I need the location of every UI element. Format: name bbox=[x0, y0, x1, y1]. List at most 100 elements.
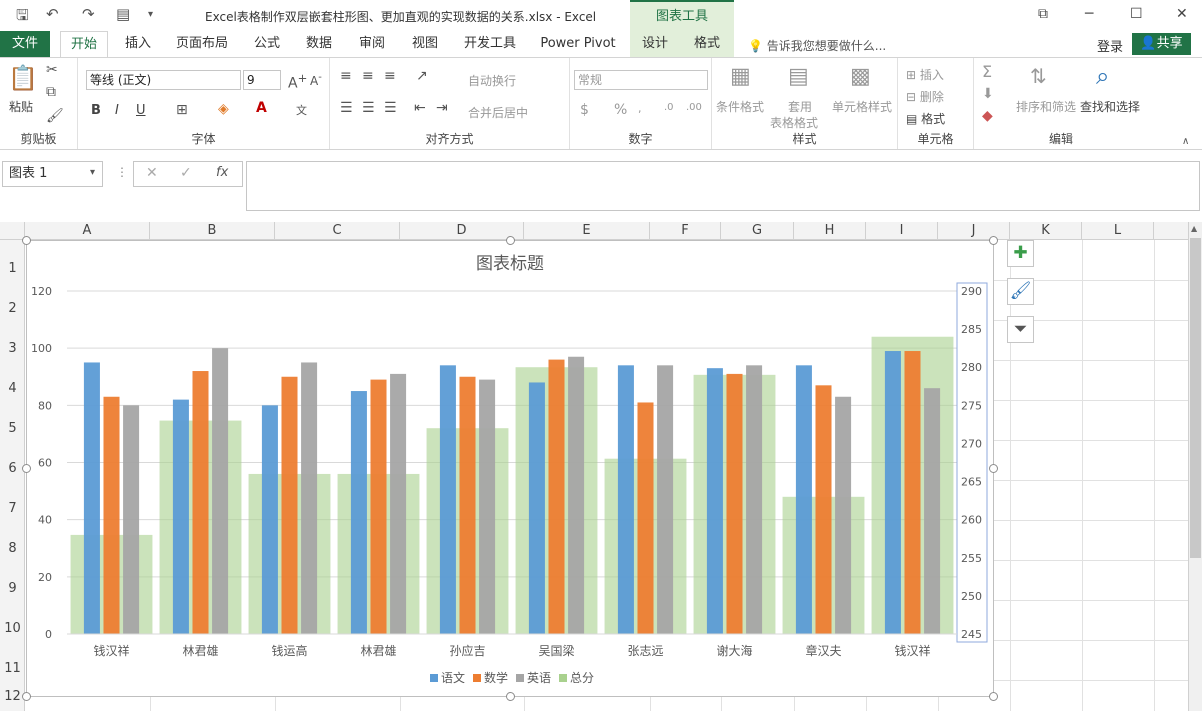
row-header[interactable]: 5 bbox=[0, 421, 25, 436]
decrease-decimal-icon[interactable]: .00 bbox=[686, 102, 702, 113]
column-header[interactable]: F bbox=[650, 222, 721, 240]
autosum-icon[interactable]: Σ bbox=[982, 62, 992, 81]
column-header[interactable]: J bbox=[938, 222, 1010, 240]
tab-home[interactable]: 开始 bbox=[60, 31, 108, 57]
percent-icon[interactable]: % bbox=[614, 102, 627, 118]
scroll-thumb[interactable] bbox=[1190, 238, 1201, 558]
column-header[interactable]: L bbox=[1082, 222, 1154, 240]
share-button[interactable]: 👤共享 bbox=[1132, 33, 1191, 55]
tab-design[interactable]: 设计 bbox=[634, 31, 676, 57]
login-link[interactable]: 登录 bbox=[1097, 36, 1123, 55]
tab-page-layout[interactable]: 页面布局 bbox=[170, 31, 234, 57]
cancel-icon[interactable]: ✕ bbox=[146, 165, 158, 181]
phonetic-icon[interactable]: 文 bbox=[296, 102, 307, 118]
resize-handle[interactable] bbox=[989, 692, 998, 701]
paste-button[interactable]: 粘贴 bbox=[9, 98, 33, 115]
format-table-line2[interactable]: 表格格式 bbox=[770, 114, 818, 131]
fill-color-icon[interactable]: ◈ bbox=[218, 101, 229, 117]
resize-handle[interactable] bbox=[506, 692, 515, 701]
column-header[interactable]: B bbox=[150, 222, 275, 240]
increase-decimal-icon[interactable]: .0 bbox=[664, 102, 674, 113]
minimize-icon[interactable]: ─ bbox=[1085, 6, 1093, 22]
column-header[interactable]: C bbox=[275, 222, 400, 240]
wrap-text-button[interactable]: 自动换行 bbox=[468, 72, 516, 89]
tell-me-search[interactable]: 💡 告诉我您想要做什么... bbox=[748, 37, 886, 54]
column-header[interactable]: G bbox=[721, 222, 794, 240]
align-center-icon[interactable]: ☰ bbox=[362, 100, 375, 116]
formula-input[interactable] bbox=[246, 161, 1200, 211]
align-top-icon[interactable]: ≡ bbox=[340, 68, 352, 84]
row-header[interactable]: 4 bbox=[0, 381, 25, 396]
find-select-button[interactable]: 查找和选择 bbox=[1080, 98, 1140, 115]
tab-data[interactable]: 数据 bbox=[299, 31, 339, 57]
column-header[interactable]: E bbox=[524, 222, 650, 240]
fill-icon[interactable]: ⬇ bbox=[982, 86, 994, 102]
name-box-dropdown-icon[interactable]: ▾ bbox=[90, 167, 95, 178]
delete-cells-button[interactable]: ⊟ 删除 bbox=[906, 88, 944, 105]
column-header[interactable]: A bbox=[25, 222, 150, 240]
sort-filter-icon[interactable]: ⇅ bbox=[1030, 64, 1047, 88]
number-format-combo[interactable]: 常规 bbox=[574, 70, 708, 90]
font-size-combo[interactable]: 9 bbox=[243, 70, 281, 90]
row-header[interactable]: 2 bbox=[0, 301, 25, 316]
resize-handle[interactable] bbox=[22, 236, 31, 245]
underline-button[interactable]: U bbox=[136, 103, 146, 118]
shrink-font-icon[interactable]: A- bbox=[310, 72, 322, 88]
insert-function-icon[interactable]: fx bbox=[216, 165, 228, 180]
column-header[interactable]: H bbox=[794, 222, 866, 240]
undo-icon[interactable]: ↶ bbox=[46, 5, 59, 23]
row-header[interactable]: 9 bbox=[0, 581, 25, 596]
enter-icon[interactable]: ✓ bbox=[180, 165, 192, 181]
tab-file[interactable]: 文件 bbox=[0, 31, 50, 57]
chart-filters-button[interactable]: ⏷ bbox=[1007, 316, 1034, 343]
format-table-line1[interactable]: 套用 bbox=[788, 98, 812, 115]
align-bottom-icon[interactable]: ≡ bbox=[384, 68, 396, 84]
column-header[interactable]: D bbox=[400, 222, 524, 240]
column-header[interactable]: I bbox=[866, 222, 938, 240]
cell-styles-icon[interactable]: ▩ bbox=[850, 64, 871, 89]
tab-formulas[interactable]: 公式 bbox=[247, 31, 287, 57]
tab-power-pivot[interactable]: Power Pivot bbox=[536, 31, 620, 57]
format-cells-button[interactable]: ▤ 格式 bbox=[906, 110, 945, 127]
save-icon[interactable]: 🖫 bbox=[16, 5, 29, 30]
ribbon-display-icon[interactable]: ⧉ bbox=[1038, 6, 1048, 22]
resize-handle[interactable] bbox=[22, 464, 31, 473]
grow-font-icon[interactable]: A+ bbox=[288, 71, 307, 92]
chart-legend[interactable]: 语文 数学 英语 总分 bbox=[430, 670, 594, 685]
decrease-indent-icon[interactable]: ⇤ bbox=[414, 100, 426, 116]
font-name-combo[interactable]: 等线 (正文) bbox=[86, 70, 241, 90]
tab-insert[interactable]: 插入 bbox=[118, 31, 158, 57]
orientation-icon[interactable]: ↗ bbox=[416, 68, 428, 84]
border-icon[interactable]: ⊞ bbox=[176, 102, 188, 118]
cell-styles-button[interactable]: 单元格样式 bbox=[832, 98, 892, 115]
copy-icon[interactable]: ⧉ bbox=[46, 84, 56, 100]
resize-handle[interactable] bbox=[506, 236, 515, 245]
maximize-icon[interactable]: ☐ bbox=[1130, 6, 1143, 22]
form-icon[interactable]: ▤ bbox=[116, 5, 130, 23]
currency-icon[interactable]: $ bbox=[580, 102, 589, 118]
chart-elements-button[interactable]: ✚ bbox=[1007, 240, 1034, 267]
paste-icon[interactable]: 📋 bbox=[8, 64, 38, 92]
cut-icon[interactable]: ✂ bbox=[46, 62, 58, 78]
tab-developer[interactable]: 开发工具 bbox=[457, 31, 523, 57]
resize-handle[interactable] bbox=[989, 236, 998, 245]
align-right-icon[interactable]: ☰ bbox=[384, 100, 397, 116]
scroll-up-icon[interactable]: ▲ bbox=[1191, 224, 1197, 233]
italic-button[interactable]: I bbox=[115, 103, 119, 118]
chart-styles-button[interactable]: 🖌 bbox=[1007, 278, 1034, 305]
column-header[interactable]: K bbox=[1010, 222, 1082, 240]
bold-button[interactable]: B bbox=[91, 103, 101, 118]
chart-title[interactable]: 图表标题 bbox=[476, 254, 544, 274]
find-select-icon[interactable]: ⌕ bbox=[1096, 62, 1109, 90]
collapse-ribbon-icon[interactable]: ∧ bbox=[1182, 136, 1189, 147]
customize-qat-icon[interactable]: ▾ bbox=[148, 9, 153, 20]
tab-review[interactable]: 审阅 bbox=[352, 31, 392, 57]
font-color-icon[interactable]: A bbox=[256, 100, 267, 116]
merge-center-button[interactable]: 合并后居中 bbox=[468, 104, 528, 121]
align-left-icon[interactable]: ☰ bbox=[340, 100, 353, 116]
row-header[interactable]: 10 bbox=[0, 621, 25, 636]
increase-indent-icon[interactable]: ⇥ bbox=[436, 100, 448, 116]
close-icon[interactable]: ✕ bbox=[1176, 6, 1188, 22]
vertical-scrollbar[interactable]: ▲ bbox=[1188, 222, 1202, 711]
format-painter-icon[interactable]: 🖌 bbox=[46, 108, 64, 124]
